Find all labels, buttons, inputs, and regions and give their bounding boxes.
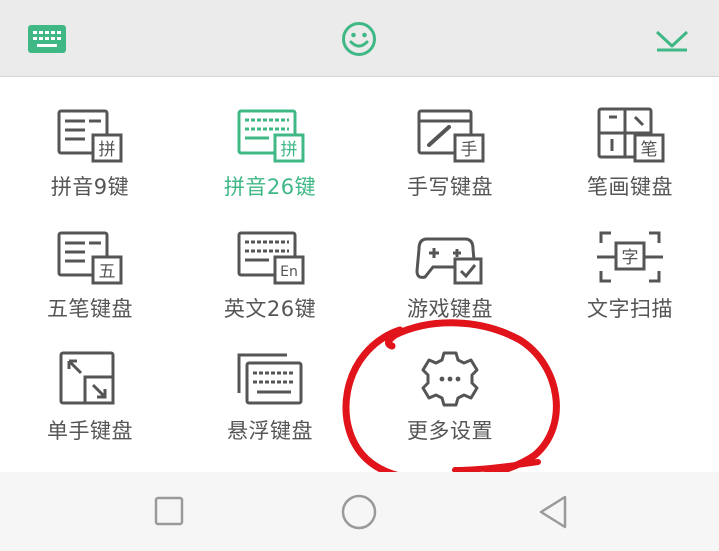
more-settings-gear-icon bbox=[415, 349, 485, 409]
svg-text:字: 字 bbox=[622, 248, 639, 268]
option-label: 悬浮键盘 bbox=[227, 419, 313, 443]
option-label: 游戏键盘 bbox=[407, 297, 493, 321]
back-triangle-icon[interactable] bbox=[537, 494, 569, 530]
option-pinyin-26[interactable]: 拼 拼音26键 bbox=[180, 77, 360, 199]
one-hand-keyboard-icon bbox=[55, 349, 125, 409]
wubi-keyboard-icon: 五 bbox=[55, 227, 125, 287]
option-label: 手写键盘 bbox=[407, 175, 493, 199]
svg-text:手: 手 bbox=[461, 140, 478, 160]
option-pinyin-9[interactable]: 拼 拼音9键 bbox=[0, 77, 180, 199]
option-label: 文字扫描 bbox=[587, 297, 673, 321]
english-26-keyboard-icon: En bbox=[235, 227, 305, 287]
svg-text:En: En bbox=[280, 264, 298, 280]
svg-text:拼: 拼 bbox=[281, 140, 298, 160]
recent-apps-square-icon[interactable] bbox=[154, 496, 184, 526]
keyboard-type-grid: 拼 拼音9键 拼 拼音26键 手 手写键盘 笔 笔画键盘 五 五笔键盘 En 英… bbox=[0, 77, 719, 472]
option-text-scan[interactable]: 字 文字扫描 bbox=[540, 199, 719, 321]
svg-text:笔: 笔 bbox=[641, 140, 658, 160]
svg-text:五: 五 bbox=[99, 262, 116, 282]
stroke-keyboard-icon: 笔 bbox=[595, 105, 665, 165]
option-stroke[interactable]: 笔 笔画键盘 bbox=[540, 77, 719, 199]
option-label: 五笔键盘 bbox=[47, 297, 133, 321]
option-label: 拼音9键 bbox=[50, 175, 130, 199]
pinyin-26-keyboard-icon: 拼 bbox=[235, 105, 305, 165]
option-one-hand[interactable]: 单手键盘 bbox=[0, 321, 180, 443]
svg-text:拼: 拼 bbox=[99, 140, 116, 160]
option-wubi[interactable]: 五 五笔键盘 bbox=[0, 199, 180, 321]
option-floating[interactable]: 悬浮键盘 bbox=[180, 321, 360, 443]
option-label: 更多设置 bbox=[407, 419, 493, 443]
system-navigation-bar bbox=[0, 472, 719, 551]
option-label: 英文26键 bbox=[223, 297, 317, 321]
option-label: 笔画键盘 bbox=[587, 175, 673, 199]
option-label: 拼音26键 bbox=[223, 175, 317, 199]
game-keyboard-icon bbox=[415, 227, 485, 287]
option-game[interactable]: 游戏键盘 bbox=[360, 199, 540, 321]
collapse-chevron-down-icon[interactable] bbox=[655, 28, 689, 52]
option-handwriting[interactable]: 手 手写键盘 bbox=[360, 77, 540, 199]
option-label: 单手键盘 bbox=[47, 419, 133, 443]
handwriting-keyboard-icon: 手 bbox=[415, 105, 485, 165]
home-circle-icon[interactable] bbox=[341, 494, 377, 530]
text-scan-icon: 字 bbox=[595, 227, 665, 287]
keyboard-icon[interactable] bbox=[28, 25, 66, 53]
emoji-smiley-icon[interactable] bbox=[341, 21, 377, 57]
pinyin-9-keyboard-icon: 拼 bbox=[55, 105, 125, 165]
option-english-26[interactable]: En 英文26键 bbox=[180, 199, 360, 321]
floating-keyboard-icon bbox=[235, 349, 305, 409]
keyboard-top-bar bbox=[0, 0, 719, 77]
option-more-settings[interactable]: 更多设置 bbox=[360, 321, 540, 443]
